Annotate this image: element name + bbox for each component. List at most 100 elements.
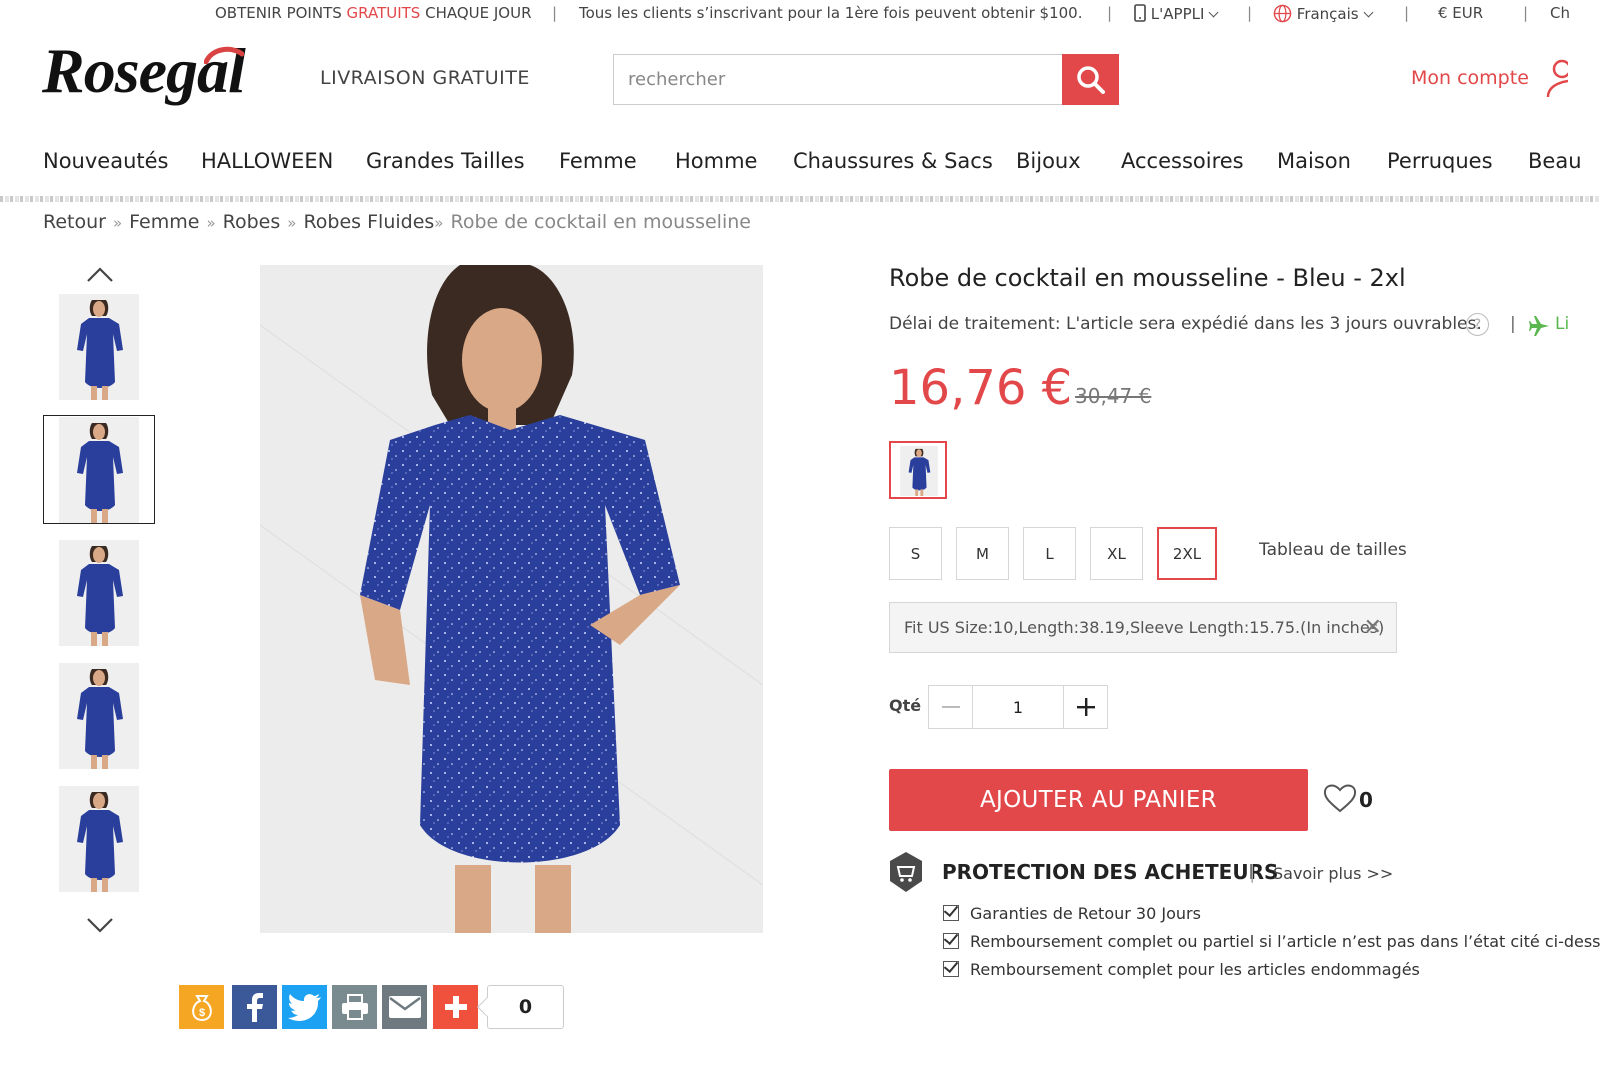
search-box [613,54,1063,105]
guarantee-text: Remboursement complet pour les articles … [970,960,1420,979]
user-icon[interactable] [1540,57,1568,101]
breadcrumb-current: Robe de cocktail en mousseline [450,211,751,233]
free-shipping-label: LIVRAISON GRATUITE [320,67,530,89]
nav-item-women[interactable]: Femme [559,149,637,173]
my-account-link[interactable]: Mon compte [1411,67,1529,89]
sale-price: 16,76 € [889,360,1073,416]
divider: | [1107,4,1113,22]
phone-icon [1134,4,1146,22]
size-option-xl[interactable]: XL [1090,527,1143,580]
thumbnail-2[interactable] [59,417,139,523]
thumbnail-dress-image [59,663,139,769]
size-option-2xl[interactable]: 2XL [1157,527,1217,580]
nav-item-plus-size[interactable]: Grandes Tailles [366,149,525,173]
free-points-text-b: GRATUITS [346,4,421,22]
svg-text:$: $ [198,1007,204,1019]
quantity-increase-button[interactable] [1063,686,1108,728]
breadcrumb-women[interactable]: Femme [129,211,199,233]
learn-more-link[interactable]: Savoir plus >> [1273,864,1393,883]
guarantee-text: Garanties de Retour 30 Jours [970,904,1201,923]
search-icon [1076,65,1105,94]
fit-info-box: Fit US Size:10,Length:38.19,Sleeve Lengt… [889,602,1397,653]
help-icon[interactable]: ? [1466,313,1489,336]
facebook-share-button[interactable] [232,985,277,1029]
nav-item-accessories[interactable]: Accessoires [1121,149,1244,173]
divider: | [1249,861,1256,883]
breadcrumb: Retour» Femme» Robes» Robes Fluides» Robe de… [43,211,751,233]
thumbnail-dress-image [59,540,139,646]
currency-menu[interactable]: € EUR [1438,4,1483,22]
nav-item-men[interactable]: Homme [675,149,757,173]
nav-item-new[interactable]: Nouveautés [43,149,169,173]
heart-icon[interactable] [1323,782,1357,814]
airplane-icon [1529,316,1549,336]
main-nav: Nouveautés HALLOWEEN Grandes Tailles Fem… [0,146,1600,182]
shield-cart-icon [890,852,922,892]
breadcrumb-dresses[interactable]: Robes [223,211,281,233]
guarantee-item: Remboursement complet pour les articles … [943,959,1420,979]
size-chart-link[interactable]: Tableau de tailles [1259,540,1407,560]
twitter-share-button[interactable] [282,985,327,1029]
share-count: 0 [487,985,564,1029]
nav-item-jewelry[interactable]: Bijoux [1016,149,1081,173]
nav-item-shoes-bags[interactable]: Chaussures & Sacs [793,149,993,173]
guarantee-item: Remboursement complet ou partiel si l’ar… [943,931,1600,951]
nav-divider [0,196,1600,202]
quantity-input[interactable]: 1 [973,686,1063,728]
printer-icon [341,994,368,1020]
thumbnail-1[interactable] [59,294,139,400]
logo-swash-icon [204,46,244,64]
free-points-text-c: CHAQUE JOUR [420,4,532,22]
breadcrumb-separator: » [112,214,123,232]
email-share-button[interactable] [382,985,427,1029]
cart-link-cut[interactable]: Ch [1550,4,1570,22]
globe-icon [1273,4,1292,23]
thumbs-up-arrow-icon[interactable] [86,265,114,285]
color-swatch-blue[interactable] [889,441,947,499]
nav-item-beauty[interactable]: Beau [1528,149,1582,173]
free-points-link[interactable]: OBTENIR POINTS GRATUITS CHAQUE JOUR [215,4,532,22]
add-to-cart-button[interactable]: AJOUTER AU PANIER [889,769,1308,831]
app-label: L'APPLI [1150,5,1205,23]
thumbnail-4[interactable] [59,663,139,769]
close-icon[interactable]: ✕ [1364,615,1382,640]
nav-item-home[interactable]: Maison [1277,149,1351,173]
breadcrumb-flowy-dresses[interactable]: Robes Fluides [303,211,434,233]
plus-icon [444,996,467,1018]
points-share-button[interactable]: $ [179,985,224,1029]
nav-item-halloween[interactable]: HALLOWEEN [201,149,333,173]
new-customer-promo[interactable]: Tous les clients s’inscrivant pour la 1è… [579,4,1082,22]
size-option-l[interactable]: L [1023,527,1076,580]
search-input[interactable] [614,55,1063,104]
envelope-icon [388,996,421,1018]
original-price: 30,47 € [1075,384,1152,408]
nav-item-wigs[interactable]: Perruques [1387,149,1493,173]
divider: | [1247,4,1253,22]
free-points-text-a: OBTENIR POINTS [215,4,347,22]
quantity-label: Qté [889,696,922,715]
thumbnail-3[interactable] [59,540,139,646]
more-share-button[interactable] [433,985,478,1029]
search-button[interactable] [1062,54,1119,105]
checkbox-icon [943,905,959,921]
thumbs-down-arrow-icon[interactable] [86,915,114,935]
breadcrumb-back[interactable]: Retour [43,211,106,233]
quantity-decrease-button[interactable] [929,686,973,728]
size-option-m[interactable]: M [956,527,1009,580]
divider: | [1404,4,1410,22]
thumbnail-5[interactable] [59,786,139,892]
rosegal-logo[interactable]: Rosegal [42,34,302,124]
breadcrumb-separator: » [287,214,297,232]
guarantee-item: Garanties de Retour 30 Jours [943,903,1201,923]
language-menu[interactable]: Français [1273,4,1374,23]
divider: | [1510,314,1516,334]
size-option-s[interactable]: S [889,527,942,580]
product-main-image[interactable] [260,265,763,933]
checkbox-icon [943,961,959,977]
buyer-protection-title: PROTECTION DES ACHETEURS [942,860,1279,884]
app-menu[interactable]: L'APPLI [1134,4,1219,23]
print-button[interactable] [332,985,377,1029]
quantity-stepper: 1 [928,685,1108,729]
product-title: Robe de cocktail en mousseline - Bleu - … [889,264,1406,292]
shipping-info-cut[interactable]: Li [1555,314,1569,334]
